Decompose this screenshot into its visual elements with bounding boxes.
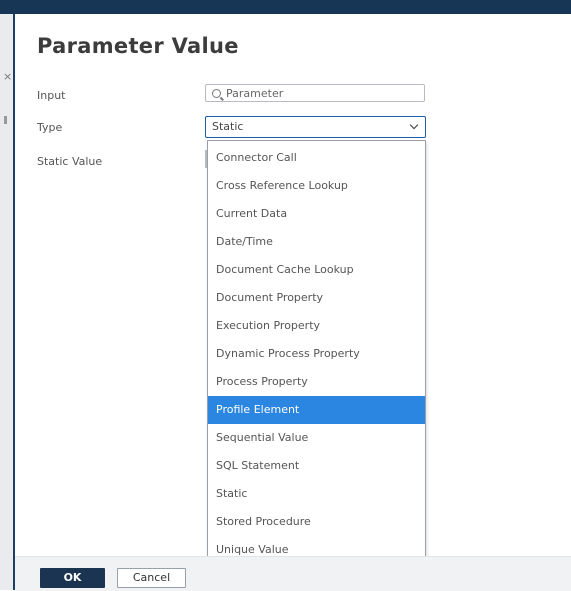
close-icon[interactable]: ×	[3, 70, 12, 83]
dropdown-option-dynamic-process-property[interactable]: Dynamic Process Property	[208, 340, 425, 368]
dropdown-option-stored-procedure[interactable]: Stored Procedure	[208, 508, 425, 536]
window-header-bar	[0, 0, 571, 14]
dropdown-option-date-time[interactable]: Date/Time	[208, 228, 425, 256]
type-dropdown-menu: Connector Call Cross Reference Lookup Cu…	[207, 140, 426, 568]
dialog-title: Parameter Value	[37, 34, 239, 58]
parameter-value-dialog: Parameter Value Input Parameter Type Sta…	[15, 14, 571, 591]
input-label: Input	[37, 89, 66, 102]
dropdown-option-process-property[interactable]: Process Property	[208, 368, 425, 396]
dropdown-option-sql-statement[interactable]: SQL Statement	[208, 452, 425, 480]
dropdown-option-connector-call[interactable]: Connector Call	[208, 144, 425, 172]
input-field[interactable]: Parameter	[205, 84, 425, 102]
dropdown-option-execution-property[interactable]: Execution Property	[208, 312, 425, 340]
static-value-label: Static Value	[37, 155, 103, 168]
dropdown-option-cross-reference-lookup[interactable]: Cross Reference Lookup	[208, 172, 425, 200]
input-field-value: Parameter	[226, 87, 284, 100]
chevron-down-icon[interactable]	[409, 120, 419, 130]
dropdown-option-current-data[interactable]: Current Data	[208, 200, 425, 228]
dropdown-option-profile-element[interactable]: Profile Element	[208, 396, 425, 424]
cancel-button[interactable]: Cancel	[117, 568, 186, 588]
type-label: Type	[37, 121, 63, 134]
ok-button[interactable]: OK	[40, 568, 105, 588]
dropdown-option-sequential-value[interactable]: Sequential Value	[208, 424, 425, 452]
dropdown-option-document-cache-lookup[interactable]: Document Cache Lookup	[208, 256, 425, 284]
type-select[interactable]: Static	[205, 116, 426, 138]
background-marker	[4, 116, 7, 124]
dropdown-option-document-property[interactable]: Document Property	[208, 284, 425, 312]
background-panel: ×	[0, 14, 13, 590]
dropdown-option-static[interactable]: Static	[208, 480, 425, 508]
search-icon	[212, 89, 221, 98]
dialog-footer: OK Cancel	[15, 556, 571, 591]
type-select-value: Static	[212, 120, 244, 133]
